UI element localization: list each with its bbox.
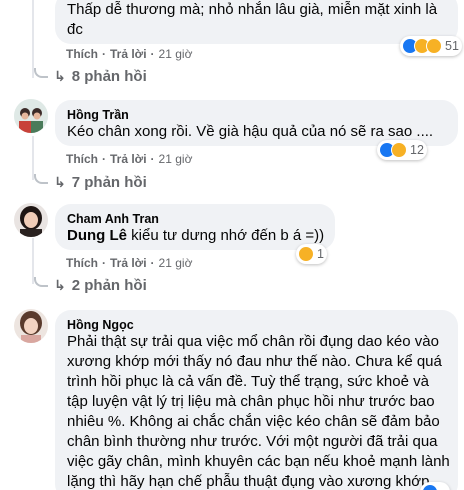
comment-text: Thấp dễ thương mà; nhỏ nhắn lâu già, miễ…: [67, 1, 438, 18]
reaction-summary[interactable]: 1: [296, 244, 327, 264]
comment-time[interactable]: 21 giờ: [159, 152, 193, 166]
comment-text: nhiêu %. Không ai chắc chắn việc kéo châ…: [67, 413, 440, 430]
view-replies-button[interactable]: ↳ 7 phản hồi: [34, 173, 147, 191]
comment-actions: Thích · Trả lời · 21 giờ: [66, 152, 193, 166]
thread-curve: [34, 173, 48, 184]
comment-bubble: Cham Anh Tran Dung Lê kiểu tư dưng nhớ đ…: [55, 204, 335, 250]
like-link[interactable]: Thích: [66, 152, 98, 166]
avatar[interactable]: [14, 99, 48, 133]
haha-icon: [391, 142, 407, 158]
thread-curve: [34, 67, 48, 78]
reply-arrow-icon: ↳: [54, 174, 66, 190]
comment-text: chân bình thường như trước. Với một ngườ…: [67, 433, 438, 450]
reply-link[interactable]: Trả lời: [110, 152, 147, 166]
avatar-image: [14, 309, 48, 343]
comment-text: tập luyện vật lý trị liệu mà chân phục h…: [67, 393, 435, 410]
comment-text: trình hồi phục là cả vấn đề. Tuỳ thể trạ…: [67, 373, 429, 390]
reply-arrow-icon: ↳: [54, 277, 66, 293]
reaction-summary[interactable]: 12: [377, 140, 427, 160]
like-icon: [422, 484, 438, 490]
thread-line: [32, 0, 34, 78]
comment-text: lặng thì hãy hạn chế phẫu thuật đụng vào…: [67, 473, 434, 490]
comment-actions: Thích · Trả lời · 21 giờ: [66, 256, 193, 270]
comment-author[interactable]: Cham Anh Tran: [67, 211, 159, 227]
comment-time[interactable]: 21 giờ: [159, 47, 193, 61]
mention-link[interactable]: Dung Lê: [67, 227, 127, 244]
comment-actions: Thích · Trả lời · 21 giờ: [66, 47, 193, 61]
comment-bubble: Hồng Ngọc Phải thật sự trải qua việc mổ …: [55, 310, 458, 490]
comment-text: xương khớp mới thấy nó đau như thế nào. …: [67, 353, 442, 370]
replies-count: 8 phản hồi: [71, 68, 147, 85]
comment-time[interactable]: 21 giờ: [159, 256, 193, 270]
like-link[interactable]: Thích: [66, 256, 98, 270]
comment-author[interactable]: Hồng Ngọc: [67, 317, 134, 333]
comment-bubble: Thấp dễ thương mà; nhỏ nhắn lâu già, miễ…: [55, 0, 458, 44]
comment-text: kiểu tư dưng nhớ đến b á =)): [127, 227, 325, 244]
comment-text: đc: [67, 21, 83, 38]
replies-count: 7 phản hồi: [71, 174, 147, 191]
reaction-count: 1: [317, 247, 324, 261]
avatar[interactable]: [14, 203, 48, 237]
avatar[interactable]: [14, 309, 48, 343]
reply-link[interactable]: Trả lời: [110, 256, 147, 270]
thread-curve: [34, 276, 48, 287]
comment-text: Phải thật sự trải qua việc mổ chân rồi đ…: [67, 333, 439, 350]
reaction-count: 12: [410, 143, 424, 157]
reply-arrow-icon: ↳: [54, 68, 66, 84]
replies-count: 2 phản hồi: [71, 277, 147, 294]
comment-text: việc gãy chân, mình khuyên các bạn nếu k…: [67, 453, 450, 470]
reaction-summary[interactable]: 51: [400, 36, 462, 56]
comment-text: Kéo chân xong rồi. Về già hậu quả của nó…: [67, 123, 434, 140]
like-link[interactable]: Thích: [66, 47, 98, 61]
reply-link[interactable]: Trả lời: [110, 47, 147, 61]
reaction-summary[interactable]: [420, 482, 450, 490]
view-replies-button[interactable]: ↳ 8 phản hồi: [34, 67, 147, 85]
comment-author[interactable]: Hồng Trần: [67, 107, 129, 123]
sad-icon: [426, 38, 442, 54]
reaction-count: 51: [445, 39, 459, 53]
haha-icon: [298, 246, 314, 262]
avatar-image: [14, 99, 48, 133]
avatar-image: [14, 203, 48, 237]
view-replies-button[interactable]: ↳ 2 phản hồi: [34, 276, 147, 294]
